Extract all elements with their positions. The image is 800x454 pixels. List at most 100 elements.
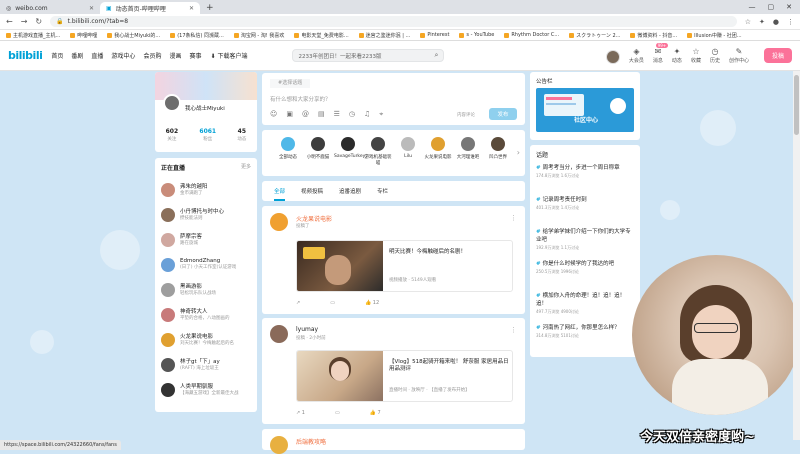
- chart-icon[interactable]: ▤: [318, 110, 325, 119]
- following-up-item[interactable]: 大河理谁吧: [454, 137, 482, 160]
- header-history-button[interactable]: ◷ 历史: [710, 47, 720, 64]
- emoji-icon[interactable]: ☺: [270, 110, 277, 119]
- download-client-link[interactable]: ⬇ 下载客户端: [210, 51, 247, 60]
- post-author[interactable]: 后端教攻略: [296, 437, 326, 446]
- feed-tab[interactable]: 视频投稿: [301, 187, 323, 195]
- live-item[interactable]: 林子gt「下」ay (RAFT) 海上垃圾王: [155, 352, 257, 377]
- close-tab-icon[interactable]: ✕: [89, 5, 94, 12]
- at-icon[interactable]: @: [302, 110, 309, 119]
- like-button[interactable]: 👍 7: [370, 410, 381, 416]
- feed-tab[interactable]: 追番追剧: [339, 187, 361, 195]
- bookmark-item[interactable]: 淘宝网 - 淘! 我喜欢: [233, 32, 284, 39]
- reload-icon[interactable]: ↻: [35, 17, 42, 26]
- following-up-item[interactable]: 游戏机基础装喵: [364, 137, 392, 166]
- live-item[interactable]: 弗朱的越阳 金币满跑了: [155, 177, 257, 202]
- close-window-icon[interactable]: ✕: [786, 3, 792, 11]
- profile-name[interactable]: 我心战士Miyuki: [185, 104, 225, 112]
- like-button[interactable]: 👍 12: [365, 300, 379, 306]
- bookmark-item[interactable]: 迷宫之鉴迷你泯 | ...: [358, 32, 410, 39]
- user-avatar[interactable]: [605, 50, 620, 64]
- back-icon[interactable]: ←: [6, 17, 13, 26]
- search-icon[interactable]: ⌕: [435, 51, 439, 60]
- topic-item[interactable]: # 给学弟学妹们介绍一下你们的大学专业吧 192.9万浏览 1.1万讨论: [536, 227, 636, 251]
- live-more-link[interactable]: 更多: [241, 163, 251, 172]
- following-up-item[interactable]: SavageTurkey: [334, 137, 365, 159]
- live-item[interactable]: 神奇转大人 平垫的合格，八动图画的: [155, 302, 257, 327]
- live-item[interactable]: 小丹博托与时中心 攒技能法则: [155, 202, 257, 227]
- image-icon[interactable]: ▣: [286, 110, 293, 119]
- bell-icon[interactable]: ♫: [364, 110, 370, 119]
- bookmark-item[interactable]: スクラトゥーン 2...: [569, 32, 620, 39]
- header-dynamic-button[interactable]: ✦ 动态: [672, 47, 682, 64]
- share-button[interactable]: ↗: [296, 300, 300, 306]
- feed-tab[interactable]: 专栏: [377, 187, 388, 195]
- nav-item[interactable]: 直播: [91, 51, 103, 60]
- header-message-button[interactable]: ✉ 99+ 消息: [653, 43, 669, 64]
- bookmark-item[interactable]: (17条私信) 同濒蔵...: [170, 32, 224, 39]
- page-scrollbar[interactable]: [793, 71, 800, 440]
- following-up-item[interactable]: 全部动态: [274, 137, 302, 160]
- bookmark-item[interactable]: 主机游戏直播_主机...: [6, 32, 60, 39]
- nav-item[interactable]: 游戏中心: [111, 51, 135, 60]
- topic-item[interactable]: # 你是什么时候学的了我达的吧 250.5万浏览 1996讨论: [536, 259, 636, 275]
- browser-tab-weibo[interactable]: ◎ weibo.com ✕: [0, 2, 100, 14]
- feed-tab[interactable]: 全部: [274, 187, 286, 201]
- following-stat[interactable]: 602 关注: [166, 128, 179, 142]
- bookmark-star-icon[interactable]: ☆: [745, 18, 751, 26]
- post-avatar[interactable]: [270, 325, 288, 343]
- permission-select[interactable]: 内容评论: [457, 112, 475, 118]
- bookmark-item[interactable]: Illusion中赚 - 社团...: [687, 32, 742, 39]
- post-avatar[interactable]: [270, 213, 288, 231]
- following-up-item[interactable]: 小明不鹿猫: [304, 137, 332, 160]
- following-up-item[interactable]: 火龙果说电影: [424, 137, 452, 160]
- post-author[interactable]: 火龙果说电影: [296, 214, 332, 223]
- live-item[interactable]: 萨摩宗客 路在旋城: [155, 227, 257, 252]
- send-button[interactable]: 发布: [489, 108, 517, 120]
- live-item[interactable]: 人类早期驯服 【海藏五游戏】全新最佳大战: [155, 377, 257, 402]
- header-star-button[interactable]: ☆ 收藏: [691, 47, 701, 64]
- bookmark-item[interactable]: 微博资料 - 抖音...: [630, 32, 677, 39]
- browser-tab-bilibili[interactable]: ▣ 动态首页-哔哩哔哩 ✕: [100, 2, 200, 14]
- more-options-icon[interactable]: ⋮: [510, 326, 517, 334]
- comment-button[interactable]: ▭: [335, 410, 340, 416]
- nav-item[interactable]: 首页: [51, 51, 63, 60]
- nav-item[interactable]: 赛事: [189, 51, 201, 60]
- bookmark-item[interactable]: 我心战士Miyuki的...: [107, 32, 160, 39]
- header-bulb-button[interactable]: ✎ 创作中心: [729, 47, 749, 64]
- chevron-right-icon[interactable]: ›: [517, 148, 520, 157]
- topic-selector[interactable]: #选择话题: [270, 79, 310, 88]
- dynamics-stat[interactable]: 45 动态: [237, 128, 246, 142]
- location-icon[interactable]: ⌖: [379, 110, 383, 119]
- topic-item[interactable]: # 河南热了网红，你那里怎么样？ 314.8万浏览 5101讨论: [536, 323, 636, 339]
- bookmark-item[interactable]: s - YouTube: [459, 32, 494, 38]
- search-input[interactable]: 2233年创团日！一起来看2233版 ⌕: [292, 49, 445, 62]
- followers-stat[interactable]: 6061 粉丝: [199, 128, 216, 142]
- bookmark-item[interactable]: 电影天堂_免费电影...: [294, 32, 349, 39]
- minimize-icon[interactable]: —: [749, 3, 756, 11]
- nav-item[interactable]: 会员购: [143, 51, 161, 60]
- forward-icon[interactable]: →: [21, 17, 28, 26]
- share-button[interactable]: ↗ 1: [296, 410, 305, 416]
- bookmark-item[interactable]: 哔哩哔哩: [70, 32, 97, 39]
- maximize-icon[interactable]: ▢: [768, 3, 775, 11]
- nav-item[interactable]: 番剧: [71, 51, 83, 60]
- profile-icon[interactable]: ●: [773, 18, 779, 26]
- topic-item[interactable]: # 横加你入舟的命理！追！追！追！追！ 497.7万浏览 4900讨论: [536, 291, 636, 315]
- close-tab-icon[interactable]: ✕: [189, 5, 194, 12]
- bookmark-item[interactable]: Pinterest: [420, 32, 449, 38]
- composer-input[interactable]: 有什么想和大家分享的？: [270, 95, 331, 103]
- profile-avatar[interactable]: [163, 94, 181, 112]
- topic-item[interactable]: # 周考考当分，步进一个周日称章 174.8万浏览 1.6万讨论: [536, 163, 636, 179]
- live-item[interactable]: 黑画游影 轻松玩乐队认战场: [155, 277, 257, 302]
- header-vip-button[interactable]: ◈ 大会员: [629, 47, 644, 64]
- video-card[interactable]: 【Vlog】518起骑开箱来啦！ 舒奈服 家居用品日用品测评 直播时间 · 放映…: [296, 350, 513, 402]
- upload-button[interactable]: 投稿: [763, 48, 792, 63]
- live-item[interactable]: EdmondZhang (日了) 小天工作室(认证游戏: [155, 252, 257, 277]
- clock-icon[interactable]: ◷: [349, 110, 355, 119]
- more-options-icon[interactable]: ⋮: [510, 214, 517, 222]
- following-up-item[interactable]: 凹凸世界: [484, 137, 512, 160]
- post-author[interactable]: lyumay: [296, 326, 318, 333]
- menu-icon[interactable]: ⋮: [787, 18, 794, 26]
- bilibili-logo[interactable]: bilibili: [8, 49, 43, 62]
- vote-icon[interactable]: ☰: [334, 110, 340, 119]
